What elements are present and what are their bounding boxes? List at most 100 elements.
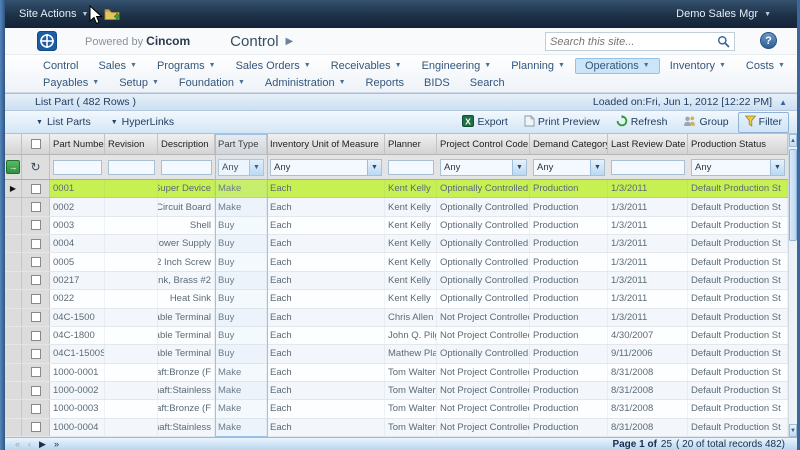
table-row[interactable]: 0022Heat SinkBuyEachKent KellyOptionally… xyxy=(5,290,797,308)
row-checkbox[interactable] xyxy=(31,202,41,212)
scroll-up-icon[interactable]: ▲ xyxy=(789,134,797,147)
filter-dropdown-project_control_code[interactable]: Any▼ xyxy=(440,159,527,176)
user-menu[interactable]: Demo Sales Mgr ▼ xyxy=(676,8,797,20)
menu-item-inventory[interactable]: Inventory▼ xyxy=(660,58,736,74)
table-row[interactable]: 1000-0002Shaft:StainlessMakeEachTom Walt… xyxy=(5,382,797,400)
row-checkbox[interactable] xyxy=(31,275,41,285)
table-row[interactable]: 00217Blank, Brass #2BuyEachKent KellyOpt… xyxy=(5,272,797,290)
print-preview-button[interactable]: Print Preview xyxy=(517,112,607,133)
filter-dropdown-inventory_uom[interactable]: Any▼ xyxy=(270,159,382,176)
search-icon[interactable] xyxy=(712,35,734,48)
filter-input-description[interactable] xyxy=(161,160,212,175)
menu-item-engineering[interactable]: Engineering▼ xyxy=(412,58,502,74)
cell-project_control_code: Optionally Controlled xyxy=(437,345,530,362)
menu-item-costs[interactable]: Costs▼ xyxy=(736,58,795,74)
breadcrumb[interactable]: Control ▶ xyxy=(230,33,293,50)
row-checkbox[interactable] xyxy=(31,367,41,377)
filter-input-revision[interactable] xyxy=(108,160,155,175)
filter-input-part_number[interactable] xyxy=(53,160,102,175)
menu-item-reports[interactable]: Reports xyxy=(356,75,415,91)
row-checkbox[interactable] xyxy=(31,294,41,304)
export-button[interactable]: XExport xyxy=(455,112,514,133)
reload-filter-icon[interactable]: ↻ xyxy=(30,161,40,173)
row-checkbox[interactable] xyxy=(31,312,41,322)
cell-last_review_date: 1/3/2011 xyxy=(608,290,688,307)
scroll-down-icon[interactable]: ▼ xyxy=(789,424,797,437)
search-input[interactable] xyxy=(546,36,712,48)
column-header-description[interactable]: Description xyxy=(158,134,215,154)
column-header-inventory-unit-of-measure[interactable]: Inventory Unit of Measure xyxy=(267,134,385,154)
filter-input-planner[interactable] xyxy=(388,160,434,175)
apply-filter-button[interactable]: → xyxy=(6,160,20,174)
cell-planner: Tom Walter xyxy=(385,419,437,436)
help-icon[interactable]: ? xyxy=(760,32,777,49)
menu-item-search[interactable]: Search xyxy=(460,75,515,91)
column-header-part-type[interactable]: Part Type xyxy=(215,134,267,154)
filter-dropdown-demand_category[interactable]: Any▼ xyxy=(533,159,605,176)
row-checkbox[interactable] xyxy=(31,220,41,230)
menu-item-sales[interactable]: Sales▼ xyxy=(88,58,146,74)
column-header-revision[interactable]: Revision xyxy=(105,134,158,154)
chevron-down-icon[interactable]: ▼ xyxy=(367,160,381,175)
menu-item-sales-orders[interactable]: Sales Orders▼ xyxy=(226,58,321,74)
row-checkbox[interactable] xyxy=(31,184,41,194)
navigate-up-folder-icon[interactable] xyxy=(104,8,121,21)
menu-item-setup[interactable]: Setup▼ xyxy=(109,75,169,91)
filter-input-last_review_date[interactable] xyxy=(611,160,685,175)
table-row[interactable]: 1000-0004Shaft:StainlessMakeEachTom Walt… xyxy=(5,419,797,437)
table-row[interactable]: 0004Power SupplyBuyEachKent KellyOptiona… xyxy=(5,235,797,253)
row-checkbox[interactable] xyxy=(31,422,41,432)
filter-dropdown-production_status[interactable]: Any▼ xyxy=(691,159,785,176)
toolbar-tab-hyperlinks[interactable]: ▼HyperLinks xyxy=(102,114,183,130)
chevron-down-icon[interactable]: ▼ xyxy=(770,160,784,175)
menu-item-operations[interactable]: Operations▼ xyxy=(575,58,660,74)
table-row[interactable]: ▶0001Super DeviceMakeEachKent KellyOptio… xyxy=(5,180,797,198)
chevron-down-icon[interactable]: ▼ xyxy=(590,160,604,175)
menu-item-control[interactable]: Control xyxy=(33,58,88,74)
menu-item-foundation[interactable]: Foundation▼ xyxy=(169,75,255,91)
column-header-planner[interactable]: Planner xyxy=(385,134,437,154)
row-checkbox[interactable] xyxy=(31,386,41,396)
row-indicator-cell xyxy=(5,235,22,252)
next-page-button[interactable]: ▶ xyxy=(39,439,46,449)
column-header-project-control-code[interactable]: Project Control Code xyxy=(437,134,530,154)
chevron-down-icon[interactable]: ▼ xyxy=(512,160,526,175)
collapse-panel-icon[interactable]: ▲ xyxy=(779,98,787,107)
group-button[interactable]: Group xyxy=(676,112,735,133)
row-checkbox[interactable] xyxy=(31,349,41,359)
table-row[interactable]: 04C-1500Cable TerminalBuyEachChris Allen… xyxy=(5,309,797,327)
toolbar-tab-list-parts[interactable]: ▼List Parts xyxy=(27,114,100,130)
site-actions-menu[interactable]: Site Actions ▼ xyxy=(5,0,98,28)
row-checkbox[interactable] xyxy=(31,331,41,341)
vertical-scrollbar[interactable]: ▲ ▼ xyxy=(788,134,797,437)
refresh-button[interactable]: Refresh xyxy=(609,112,675,133)
menu-item-bids[interactable]: BIDS xyxy=(414,75,460,91)
scrollbar-thumb[interactable] xyxy=(789,149,797,241)
table-row[interactable]: 04C-1800Cable TerminalBuyEachJohn Q. Pil… xyxy=(5,327,797,345)
last-page-button[interactable]: » xyxy=(54,439,59,449)
column-header-last-review-date[interactable]: Last Review Date xyxy=(608,134,688,154)
filter-cell-part_type: Any▼ xyxy=(215,155,267,179)
table-row[interactable]: 0003ShellBuyEachKent KellyOptionally Con… xyxy=(5,217,797,235)
menu-item-payables[interactable]: Payables▼ xyxy=(33,75,109,91)
select-all-checkbox[interactable] xyxy=(31,139,41,149)
table-row[interactable]: 1000-0001Shaft:Bronze (FMakeEachTom Walt… xyxy=(5,364,797,382)
row-checkbox[interactable] xyxy=(31,404,41,414)
filter-button[interactable]: Filter xyxy=(738,112,789,133)
table-row[interactable]: 00051/2 Inch ScrewBuyEachKent KellyOptio… xyxy=(5,253,797,271)
column-header-production-status[interactable]: Production Status xyxy=(688,134,788,154)
menu-item-programs[interactable]: Programs▼ xyxy=(147,58,226,74)
menu-item-administration[interactable]: Administration▼ xyxy=(255,75,356,91)
chevron-down-icon[interactable]: ▼ xyxy=(249,160,263,175)
filter-icon xyxy=(745,115,756,130)
table-row[interactable]: 04C1-1500SPCable TerminalBuyEachMathew P… xyxy=(5,345,797,363)
column-header-part-number[interactable]: Part Number xyxy=(50,134,105,154)
menu-item-planning[interactable]: Planning▼ xyxy=(501,58,575,74)
column-header-demand-category[interactable]: Demand Category xyxy=(530,134,608,154)
filter-dropdown-part_type[interactable]: Any▼ xyxy=(218,159,264,176)
row-checkbox[interactable] xyxy=(31,257,41,267)
menu-item-receivables[interactable]: Receivables▼ xyxy=(321,58,412,74)
row-checkbox[interactable] xyxy=(31,239,41,249)
table-row[interactable]: 1000-0003Shaft:Bronze (FMakeEachTom Walt… xyxy=(5,400,797,418)
table-row[interactable]: 0002Circuit BoardMakeEachKent KellyOptio… xyxy=(5,198,797,216)
